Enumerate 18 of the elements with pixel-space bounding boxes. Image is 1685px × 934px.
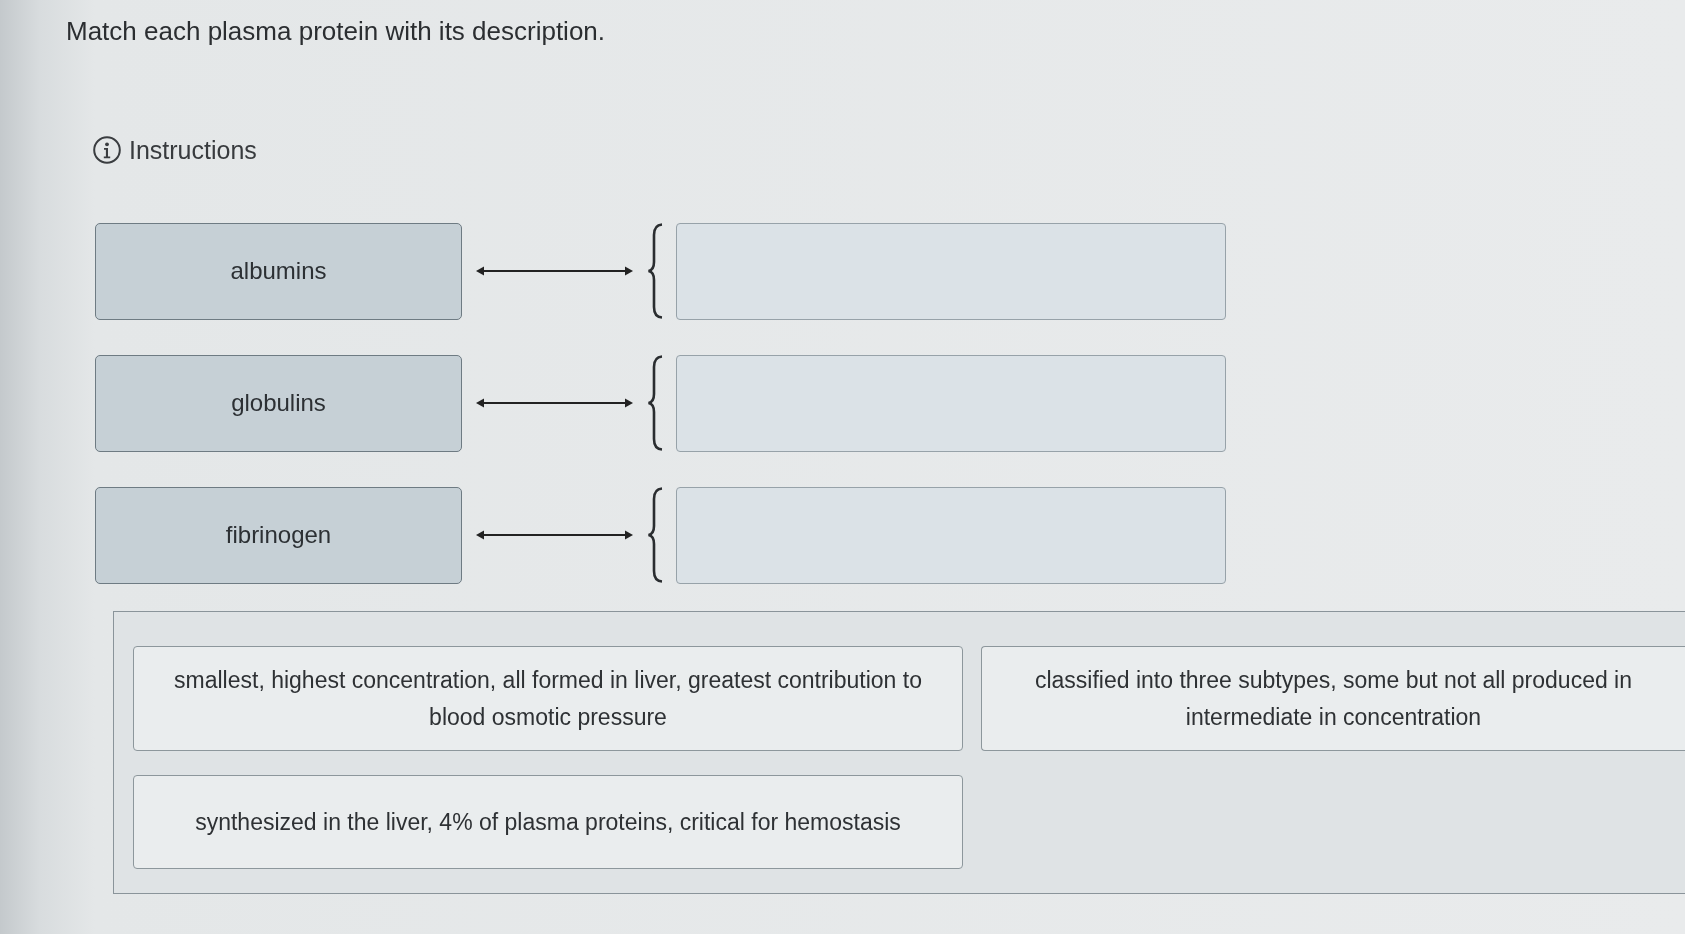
answer-card[interactable]: smallest, highest concentration, all formed in liver, greatest contribution to blood osmotic pressure (133, 645, 963, 752)
term-card: albumins (95, 222, 462, 320)
double-headed-arrow-icon (476, 397, 633, 410)
answer-card[interactable]: classified into three subtypes, some but not all produced in intermediate in concentration (981, 645, 1685, 752)
term-card: fibrinogen (95, 486, 462, 584)
question-prompt: Match each plasma protein with its description. (66, 15, 607, 48)
drop-zone[interactable] (676, 222, 1226, 320)
double-headed-arrow-icon (476, 265, 633, 278)
curly-brace-icon (647, 487, 663, 584)
drop-zone[interactable] (676, 354, 1226, 452)
answer-card[interactable]: synthesized in the liver, 4% of plasma proteins, critical for hemostasis (133, 775, 963, 870)
term-card: globulins (95, 354, 462, 452)
instructions-link[interactable]: Instructions (93, 134, 257, 165)
info-icon (93, 135, 121, 164)
drop-zone[interactable] (676, 486, 1226, 584)
curly-brace-icon (647, 355, 663, 452)
double-headed-arrow-icon (476, 529, 633, 542)
curly-brace-icon (647, 223, 663, 320)
